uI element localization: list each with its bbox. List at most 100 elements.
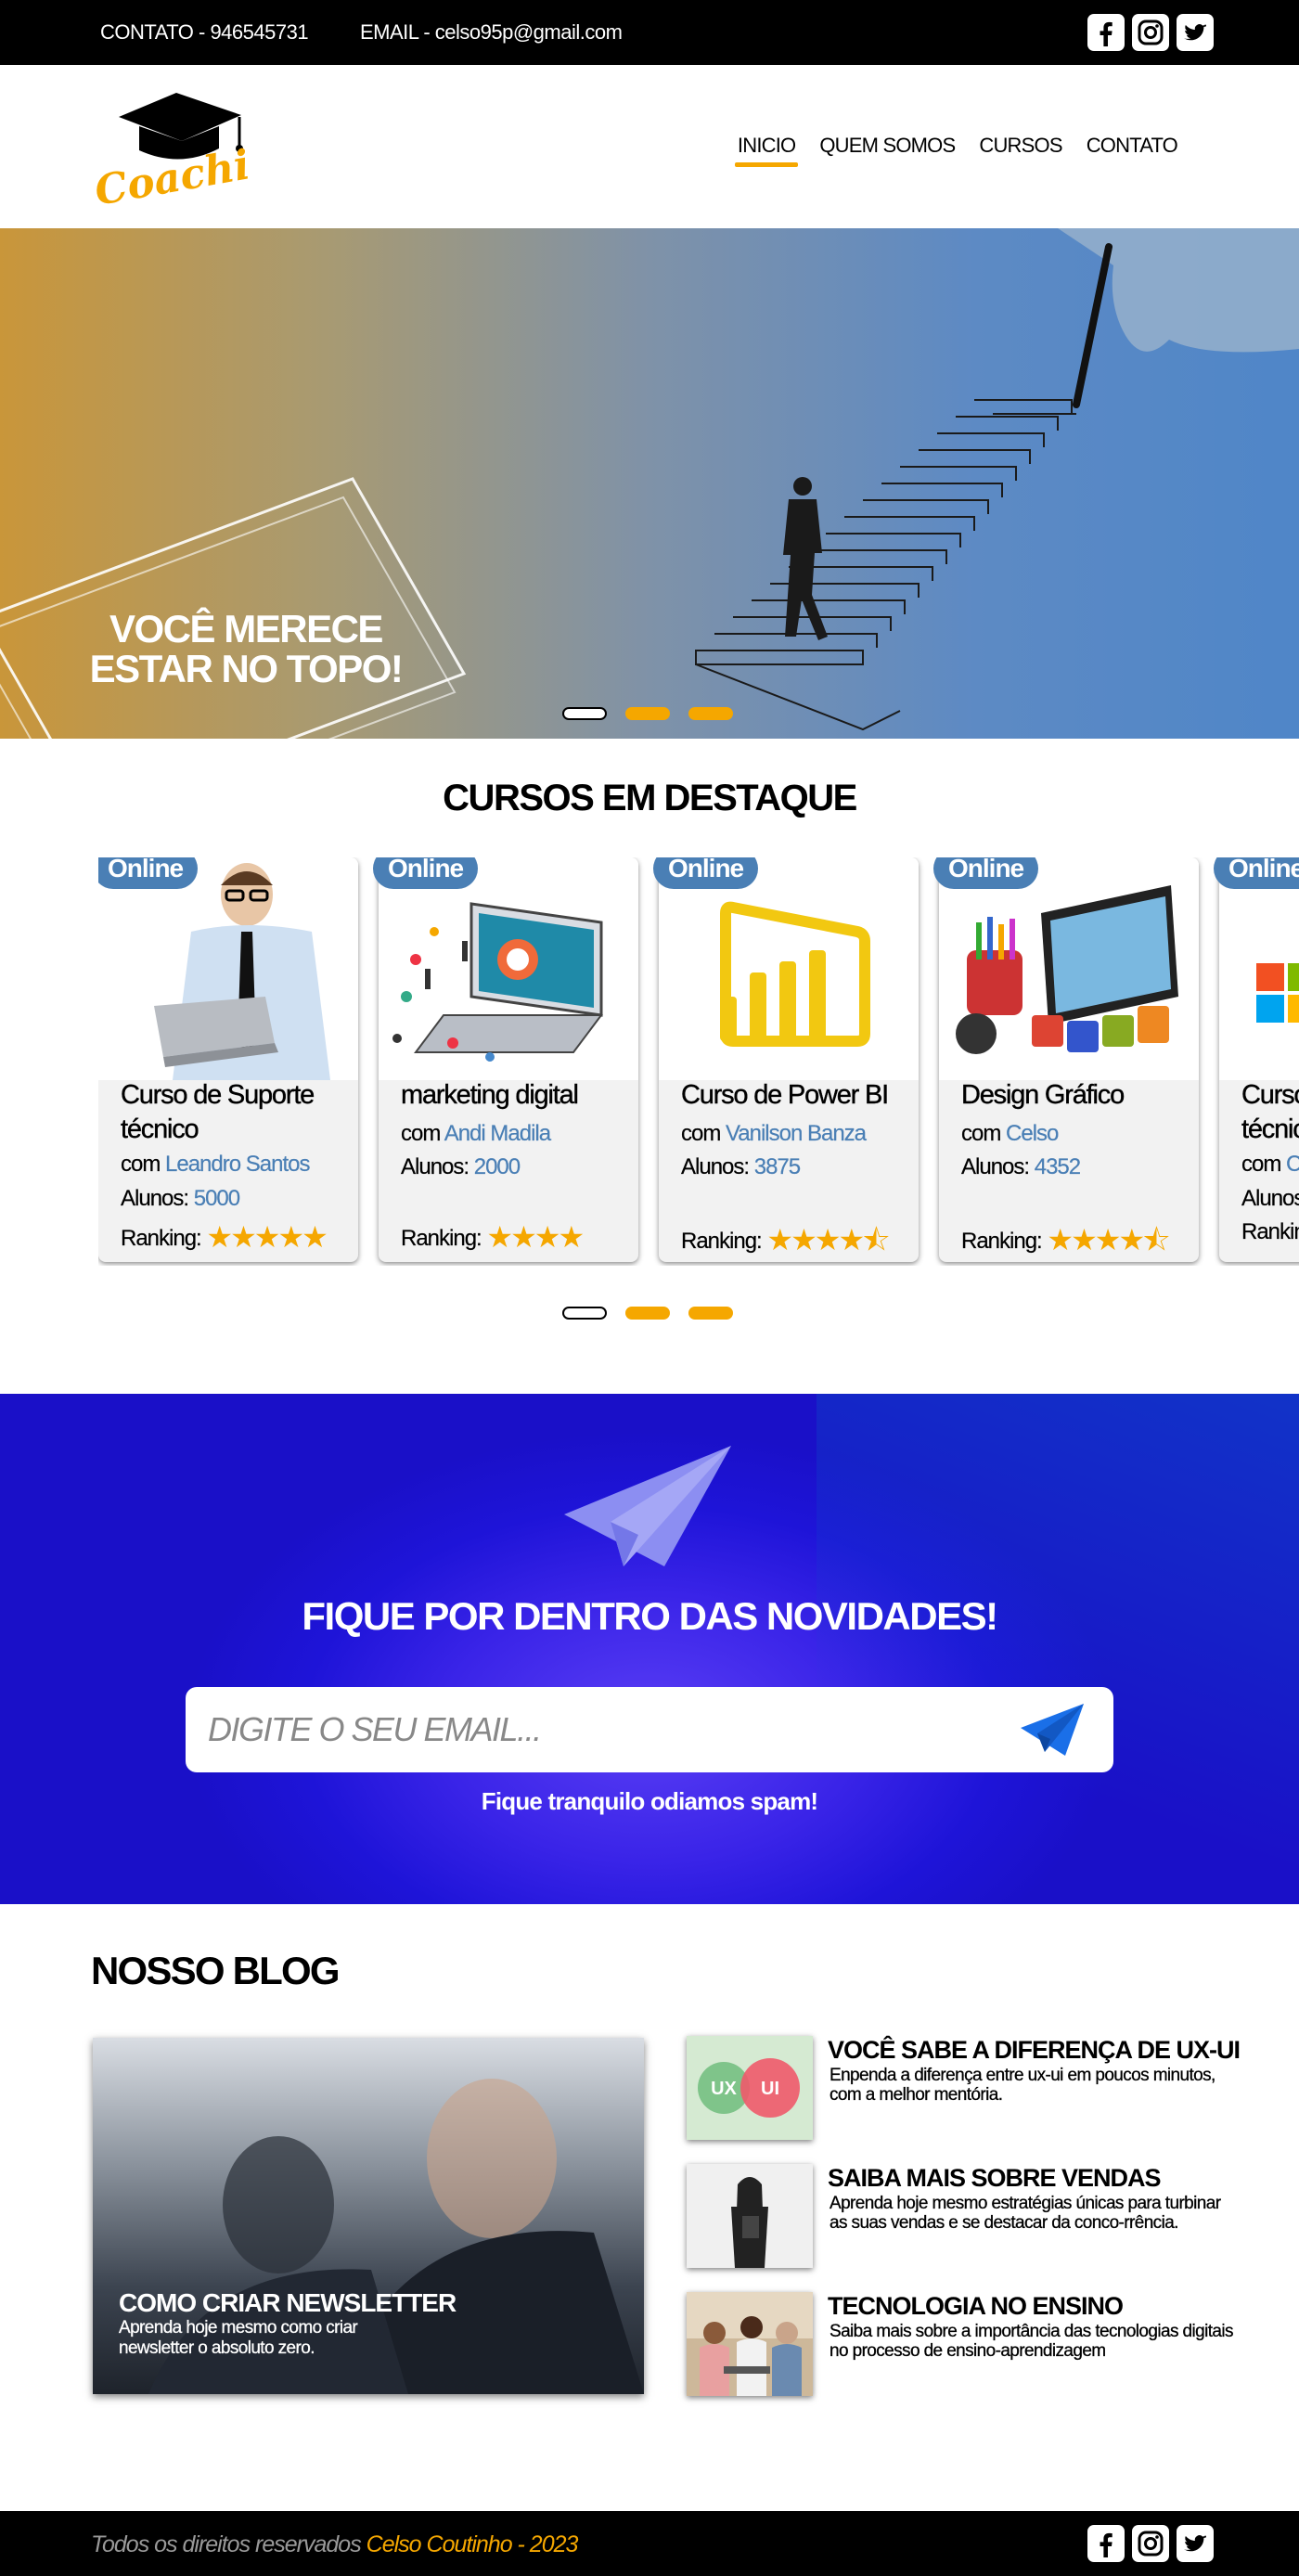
course-instructor: com Vanilson Banza: [681, 1121, 867, 1147]
instructor-prefix: com: [961, 1121, 1002, 1146]
course-instructor: com Leandro Santos: [121, 1152, 311, 1178]
nav-cursos[interactable]: CURSOS: [967, 132, 1074, 169]
hero-carousel-dots: [562, 707, 733, 720]
course-card[interactable]: Online Curso de Suporte técnico com Lean…: [98, 857, 358, 1262]
featured-post-description: Aprenda hoje mesmo como criar newsletter…: [119, 2318, 358, 2358]
nav-quem-somos[interactable]: QUEM SOMOS: [807, 132, 967, 169]
blog-post[interactable]: SAIBA MAIS SOBRE VENDAS Aprenda hoje mes…: [687, 2164, 1262, 2272]
instructor-name[interactable]: Celso: [1006, 1121, 1060, 1146]
post-description: Saiba mais sobre a importância das tecno…: [830, 2322, 1234, 2361]
footer-social-links: [1087, 2525, 1214, 2562]
course-title[interactable]: marketing digital: [401, 1078, 633, 1113]
courses-carousel: Online Curso de Suporte técnico com Lean…: [98, 857, 1299, 1266]
online-badge: Online: [933, 857, 1039, 889]
course-ranking: Ranking:: [1241, 1219, 1299, 1245]
course-image-support: [98, 857, 358, 1080]
online-badge: Online: [373, 857, 479, 889]
newsletter-email-input[interactable]: [186, 1687, 1113, 1772]
course-card[interactable]: Online Curso de Power BI com Vanilson Ba…: [653, 857, 919, 1262]
send-icon[interactable]: [1017, 1700, 1087, 1759]
blog-post[interactable]: UX UI VOCÊ SABE A DIFERENÇA DE UX-UI Enp…: [687, 2036, 1262, 2144]
courses-title: CURSOS EM DESTAQUE: [443, 778, 857, 818]
instagram-icon[interactable]: [1132, 14, 1169, 51]
twitter-icon[interactable]: [1177, 2525, 1214, 2562]
course-title[interactable]: Curso de Suporte técnico: [121, 1078, 353, 1147]
course-ranking: Ranking: ★★★★⯪: [681, 1219, 891, 1266]
featured-post-title[interactable]: COMO CRIAR NEWSLETTER: [119, 2288, 457, 2318]
students-label: Alunos:: [121, 1186, 189, 1211]
instructor-name[interactable]: Vanilson Banza: [726, 1121, 867, 1146]
site-header: Coaching INICIO QUEM SOMOS CURSOS CONTAT…: [0, 65, 1299, 228]
ranking-label: Ranking:: [121, 1226, 202, 1251]
courses-carousel-dots: [562, 1307, 733, 1320]
rating-stars: ★★★★⯪: [766, 1223, 890, 1256]
post-thumb-sales: [687, 2164, 813, 2268]
students-label: Alunos:: [681, 1154, 750, 1179]
course-image-excel: [1219, 857, 1299, 1080]
course-title[interactable]: Design Gráfico: [961, 1078, 1193, 1113]
students-label: Alunos:: [961, 1154, 1030, 1179]
instructor-name[interactable]: Celso: [1286, 1152, 1299, 1177]
newsletter-note: Fique tranquilo odiamos spam!: [481, 1787, 818, 1815]
newsletter-section: FIQUE POR DENTRO DAS NOVIDADES! Fique tr…: [0, 1394, 1299, 1904]
nav-contato[interactable]: CONTATO: [1074, 132, 1190, 169]
course-instructor: com Celso: [961, 1121, 1060, 1147]
courses-dot-2[interactable]: [625, 1307, 670, 1320]
rating-stars: ★★★★★: [206, 1220, 328, 1254]
post-title[interactable]: SAIBA MAIS SOBRE VENDAS: [828, 2164, 1162, 2193]
instructor-prefix: com: [121, 1152, 161, 1177]
students-count: 5000: [193, 1186, 241, 1211]
course-card[interactable]: Online Design Gráfico com Celso Alunos: …: [933, 857, 1199, 1262]
course-card[interactable]: Online Curso de Excel técnico com Celso …: [1214, 857, 1299, 1262]
instructor-name[interactable]: Leandro Santos: [165, 1152, 311, 1177]
social-links: [1087, 14, 1214, 51]
main-nav: INICIO QUEM SOMOS CURSOS CONTATO: [726, 132, 1190, 169]
blog-post[interactable]: TECNOLOGIA NO ENSINO Saiba mais sobre a …: [687, 2292, 1262, 2400]
copyright-name: Celso Coutinho - 2023: [366, 2531, 579, 2557]
rating-stars: ★★★★: [486, 1220, 585, 1254]
hero-headline-line2: ESTAR NO TOPO!: [89, 647, 404, 690]
online-badge: Online: [653, 857, 759, 889]
course-title[interactable]: Curso de Power BI: [681, 1078, 913, 1113]
course-image-marketing: [379, 857, 638, 1080]
ui-label: UI: [761, 2079, 779, 2099]
post-title[interactable]: VOCÊ SABE A DIFERENÇA DE UX-UI: [828, 2036, 1241, 2065]
post-title[interactable]: TECNOLOGIA NO ENSINO: [828, 2292, 1124, 2321]
students-label: Alunos:: [1241, 1186, 1299, 1211]
courses-dot-3[interactable]: [688, 1307, 733, 1320]
twitter-icon[interactable]: [1177, 14, 1214, 51]
hero-headline: VOCÊ MERECE ESTAR NO TOPO!: [74, 609, 418, 689]
courses-dot-1[interactable]: [562, 1307, 607, 1320]
top-bar: CONTATO - 946545731 EMAIL - celso95p@gma…: [0, 0, 1299, 65]
instagram-icon[interactable]: [1132, 2525, 1169, 2562]
students-count: 4352: [1034, 1154, 1082, 1179]
blog-title: NOSSO BLOG: [91, 1949, 341, 1992]
online-badge: Online: [1214, 857, 1299, 889]
course-students: Alunos: 5000: [121, 1186, 241, 1212]
course-card[interactable]: Online marketing digital com Andi Madila…: [373, 857, 638, 1262]
site-footer: Todos os direitos reservados Celso Couti…: [0, 2511, 1299, 2576]
students-count: 3875: [753, 1154, 802, 1179]
nav-inicio[interactable]: INICIO: [726, 132, 807, 169]
contact-email[interactable]: EMAIL - celso95p@gmail.com: [360, 20, 623, 45]
course-ranking: Ranking: ★★★★⯪: [961, 1219, 1171, 1266]
course-students: Alunos:: [1241, 1186, 1299, 1212]
hero-dot-1[interactable]: [562, 707, 607, 720]
newsletter-title: FIQUE POR DENTRO DAS NOVIDADES!: [302, 1594, 998, 1638]
contact-phone: CONTATO - 946545731: [100, 20, 309, 44]
instructor-name[interactable]: Andi Madila: [444, 1121, 552, 1146]
coaching-logo[interactable]: Coaching: [91, 89, 311, 215]
hero-headline-line1: VOCÊ MERECE: [109, 607, 383, 650]
blog-featured-post[interactable]: COMO CRIAR NEWSLETTER Aprenda hoje mesmo…: [93, 2038, 644, 2394]
students-label: Alunos:: [401, 1154, 469, 1179]
course-title[interactable]: Curso de Excel técnico: [1241, 1078, 1299, 1147]
course-students: Alunos: 2000: [401, 1154, 521, 1180]
facebook-icon[interactable]: [1087, 2525, 1125, 2562]
instructor-prefix: com: [1241, 1152, 1282, 1177]
hero-dot-3[interactable]: [688, 707, 733, 720]
post-thumb-ux-ui: UX UI: [687, 2036, 813, 2140]
hero-dot-2[interactable]: [625, 707, 670, 720]
course-instructor: com Celso: [1241, 1152, 1299, 1178]
instructor-prefix: com: [681, 1121, 722, 1146]
facebook-icon[interactable]: [1087, 14, 1125, 51]
